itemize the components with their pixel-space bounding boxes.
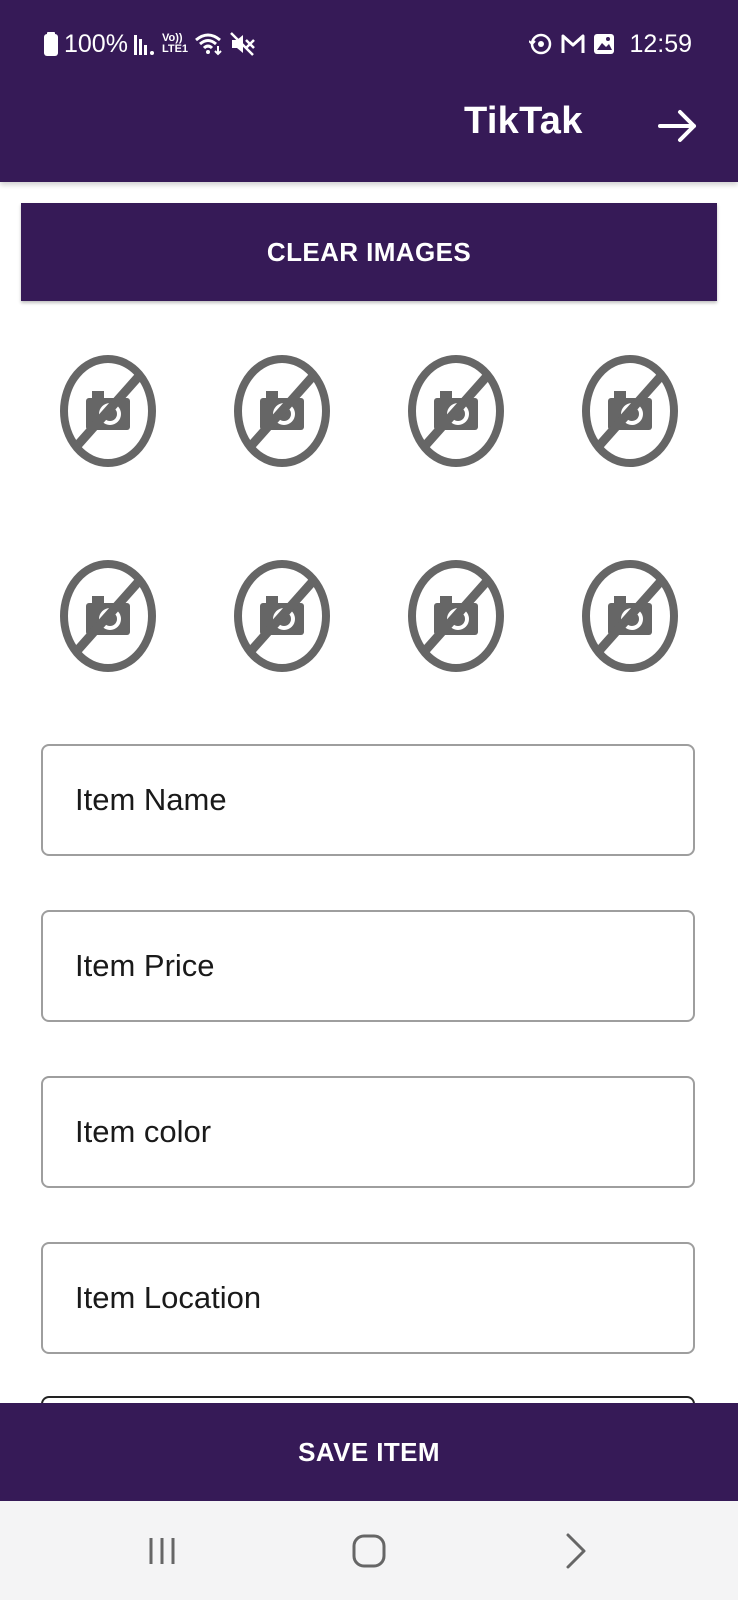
no-photo-icon	[60, 560, 156, 672]
image-slot-7[interactable]	[406, 558, 506, 674]
wifi-icon	[194, 32, 224, 56]
no-photo-icon	[60, 355, 156, 467]
arrow-right-icon	[658, 110, 696, 142]
recents-button[interactable]	[143, 1531, 183, 1571]
back-button[interactable]	[556, 1531, 596, 1571]
image-slot-4[interactable]	[580, 353, 680, 469]
system-nav-bar	[0, 1501, 738, 1600]
item-location-placeholder: Item Location	[75, 1280, 262, 1315]
no-photo-icon	[582, 560, 678, 672]
item-name-field[interactable]: Item Name	[41, 744, 695, 856]
volte-icon: Vo)) LTE1	[162, 33, 188, 55]
image-slot-1[interactable]	[58, 353, 158, 469]
no-photo-icon	[234, 355, 330, 467]
back-icon	[566, 1533, 586, 1569]
item-color-field[interactable]: Item color	[41, 1076, 695, 1188]
image-slot-2[interactable]	[232, 353, 332, 469]
signal-icon	[133, 33, 156, 55]
item-location-field[interactable]: Item Location	[41, 1242, 695, 1354]
image-slot-5[interactable]	[58, 558, 158, 674]
app-title: TikTak	[464, 100, 583, 142]
mute-icon	[230, 32, 256, 56]
status-bar-left: 100% Vo)) LTE1	[44, 27, 256, 61]
sync-icon	[529, 32, 553, 56]
image-slot-8[interactable]	[580, 558, 680, 674]
item-name-placeholder: Item Name	[75, 782, 227, 817]
app-bar: 100% Vo)) LTE1 12:59 TikTak	[0, 0, 738, 182]
no-photo-icon	[408, 355, 504, 467]
save-item-button[interactable]: SAVE ITEM	[0, 1403, 738, 1501]
gmail-icon	[561, 33, 585, 55]
clock: 12:59	[629, 29, 692, 58]
gallery-icon	[593, 33, 615, 55]
battery-icon	[44, 32, 58, 56]
battery-level: 100%	[64, 29, 128, 58]
item-color-placeholder: Item color	[75, 1114, 212, 1149]
no-photo-icon	[234, 560, 330, 672]
volte-label-bottom: LTE1	[161, 43, 189, 55]
image-slot-3[interactable]	[406, 353, 506, 469]
forward-button[interactable]	[656, 104, 700, 148]
home-button[interactable]	[349, 1531, 389, 1571]
no-photo-icon	[408, 560, 504, 672]
item-price-field[interactable]: Item Price	[41, 910, 695, 1022]
status-bar-right: 12:59	[529, 27, 692, 61]
image-slot-6[interactable]	[232, 558, 332, 674]
clear-images-button[interactable]: CLEAR IMAGES	[21, 203, 717, 301]
no-photo-icon	[582, 355, 678, 467]
item-price-placeholder: Item Price	[75, 948, 215, 983]
recents-icon	[149, 1538, 175, 1564]
home-icon	[352, 1534, 386, 1568]
